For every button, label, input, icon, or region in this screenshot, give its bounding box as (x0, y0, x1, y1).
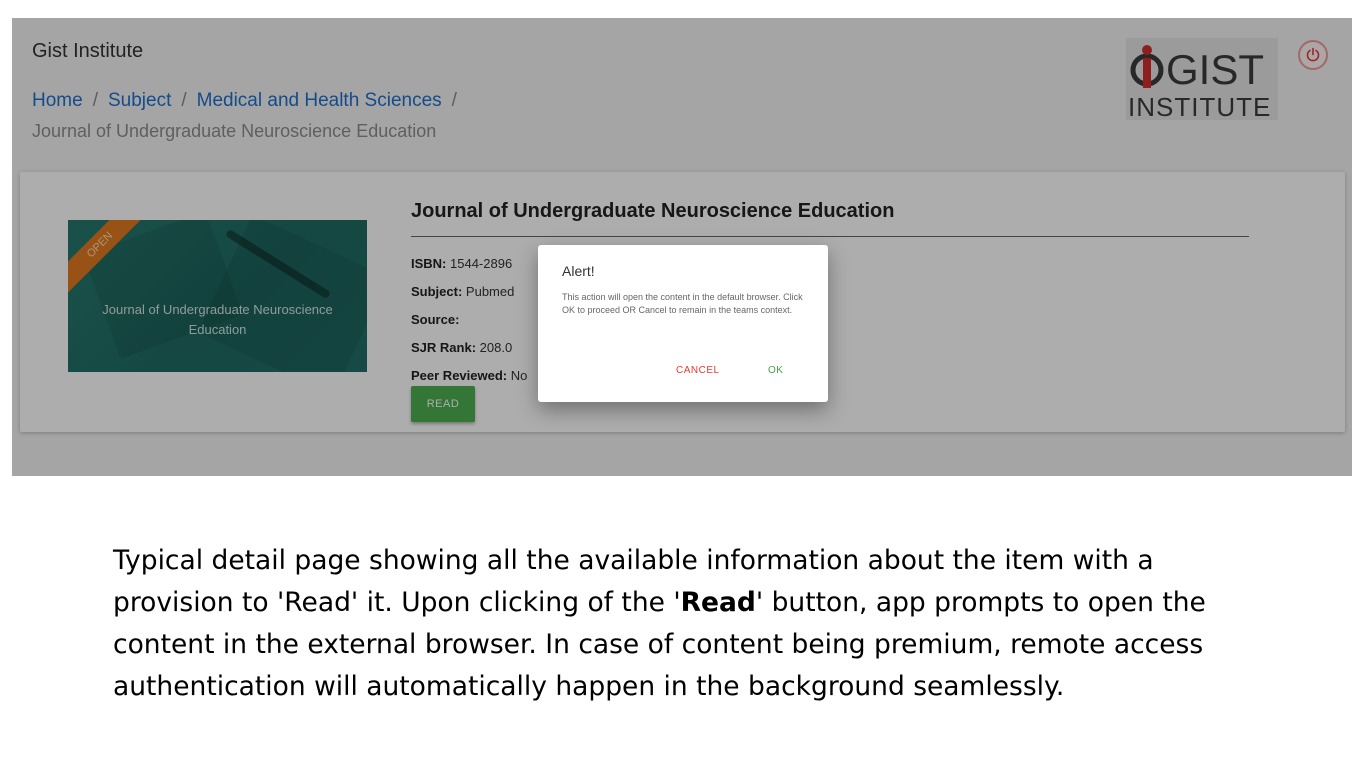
dialog-title: Alert! (562, 263, 595, 279)
caption-bold-read: Read (680, 587, 756, 618)
dialog-message: This action will open the content in the… (562, 292, 803, 315)
cancel-button[interactable]: CANCEL (676, 365, 720, 376)
app-screen: Gist Institute Home / Subject / Medical and … (12, 18, 1352, 476)
slide-caption: Typical detail page showing all the avai… (113, 540, 1253, 708)
alert-dialog: Alert! This action will open the content… (538, 245, 828, 402)
ok-button[interactable]: OK (768, 365, 783, 376)
